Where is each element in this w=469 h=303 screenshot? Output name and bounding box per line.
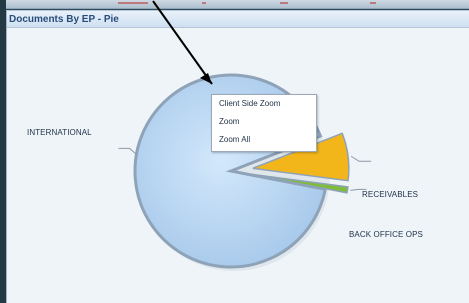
context-menu-item-client-side-zoom[interactable]: Client Side Zoom [212,95,316,113]
context-menu-item-zoom-all[interactable]: Zoom All [212,131,316,149]
leader-line-back-office-ops [350,155,372,162]
top-toolbar-strip [6,0,469,9]
pie-chart-area[interactable]: INTERNATIONAL RECEIVABLES BACK OFFICE OP… [7,0,469,303]
context-menu-item-zoom[interactable]: Zoom [212,113,316,131]
slice-label-back-office-ops: BACK OFFICE OPS [349,230,423,239]
toolbar-mark-2 [202,2,206,4]
pie-chart-svg[interactable] [7,29,469,303]
toolbar-mark-3 [280,2,288,4]
slice-label-receivables: RECEIVABLES [362,190,419,199]
slice-label-international: INTERNATIONAL [27,128,92,137]
leader-line-international [118,147,137,155]
toolbar-mark-1 [118,2,148,4]
chart-context-menu[interactable]: Client Side Zoom Zoom Zoom All [211,94,317,152]
chart-panel: Documents By EP - Pie INTERNATIONAL RECE… [6,0,469,303]
application-window: Documents By EP - Pie INTERNATIONAL RECE… [0,0,469,303]
toolbar-mark-4 [370,2,376,4]
panel-title: Documents By EP - Pie [7,11,469,28]
